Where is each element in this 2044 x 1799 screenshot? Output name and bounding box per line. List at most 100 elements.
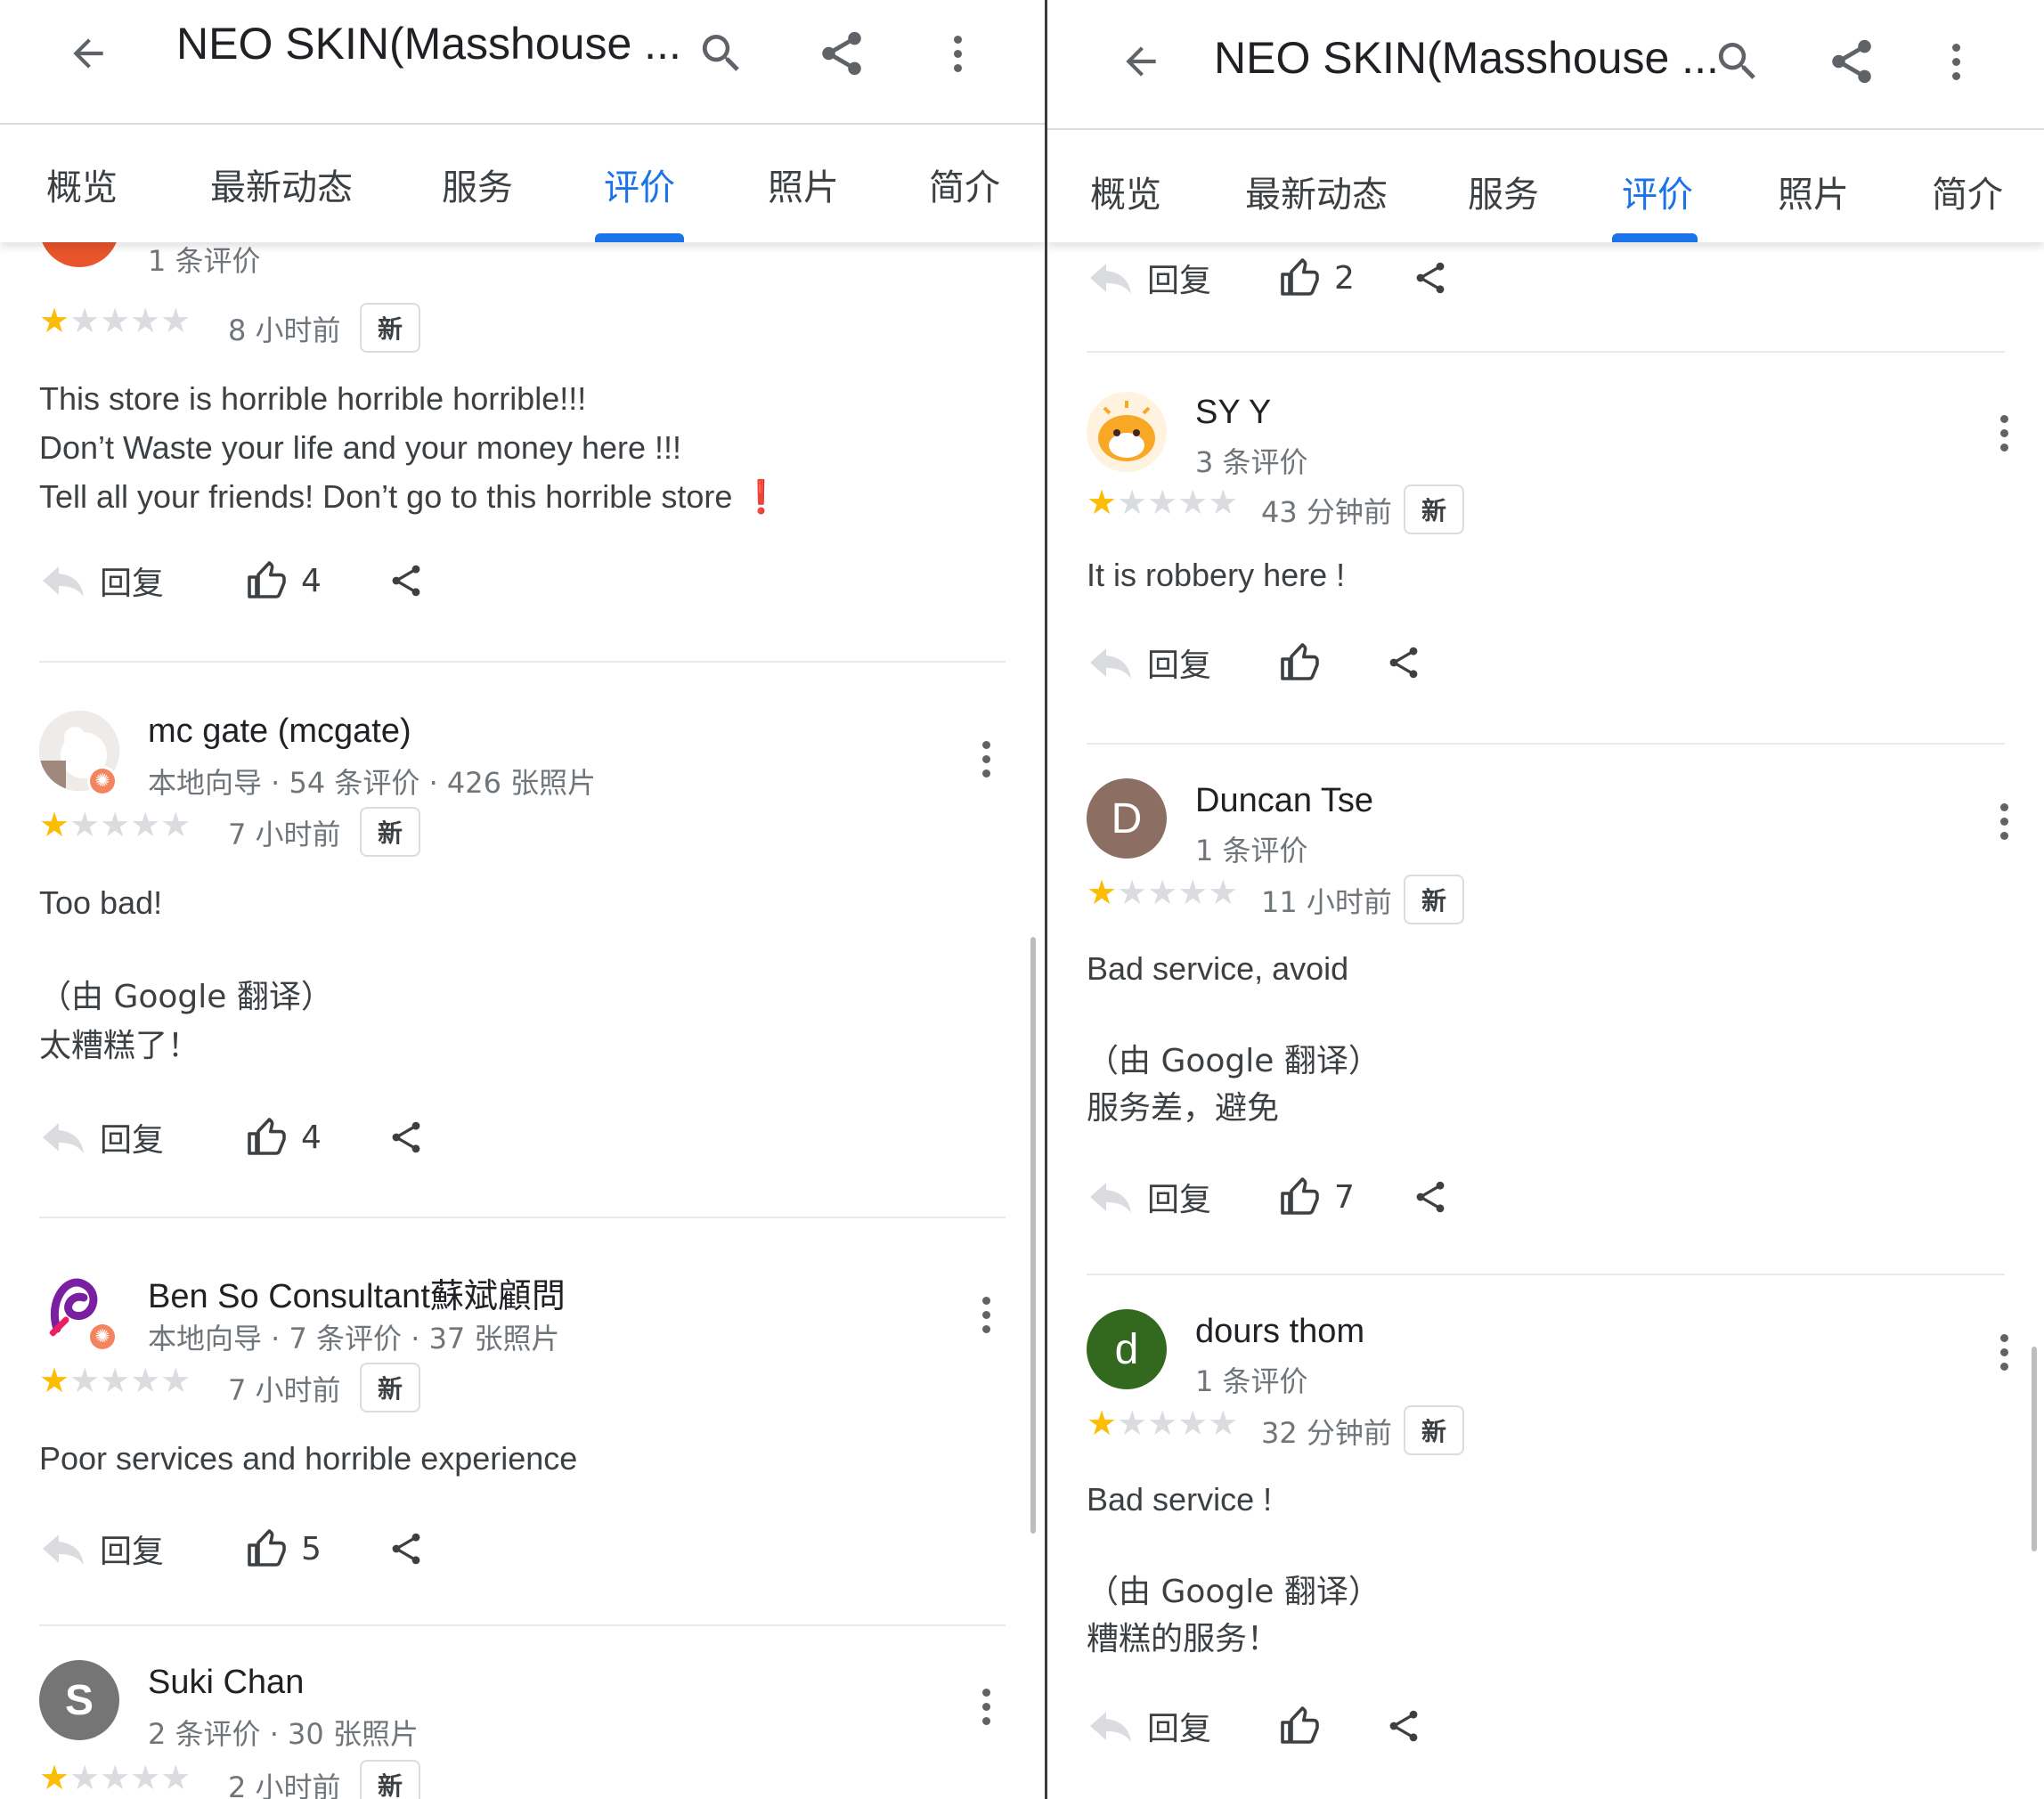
reply-button[interactable]: 回复 [1087, 1699, 1211, 1753]
tab-about[interactable]: 简介 [1932, 166, 2003, 217]
review-time: 11 小时前 [1261, 885, 1392, 919]
search-button[interactable] [690, 0, 753, 107]
tab-overview[interactable]: 概览 [46, 159, 118, 210]
tab-photos[interactable]: 照片 [1778, 166, 1849, 217]
reviewer-name[interactable]: Suki Chan [148, 1664, 304, 1702]
review-more-button[interactable] [1986, 794, 2022, 848]
avatar[interactable] [39, 242, 119, 267]
share-review-button[interactable] [1384, 1699, 1423, 1753]
review-card: S Suki Chan 2 条评价 · 30 张照片 ★★★★★ 2 小时前 新 [0, 1624, 1045, 1799]
like-button[interactable] [1279, 636, 1334, 689]
tab-bar: 概览 最新动态 服务 评价 照片 简介 [0, 125, 1045, 242]
translated-by-label: （由 Google 翻译） [1087, 1043, 1380, 1079]
like-button[interactable]: 7 [1279, 1170, 1355, 1224]
search-button[interactable] [1706, 0, 1769, 123]
new-badge: 新 [1404, 484, 1464, 534]
star-rating: ★★★★★ [1087, 484, 1239, 522]
new-badge: 新 [1404, 875, 1464, 924]
reply-label: 回复 [1147, 1711, 1212, 1747]
star-rating: ★★★★★ [39, 303, 191, 340]
share-icon [822, 31, 861, 76]
place-title: NEO SKIN(Masshouse ... [1214, 33, 1719, 83]
reply-icon [43, 1534, 84, 1565]
left-screen: NEO SKIN(Masshouse ... 概览 最新动态 服务 评价 照片 … [0, 0, 1045, 1799]
share-icon [1416, 262, 1445, 294]
like-button[interactable]: 5 [246, 1522, 322, 1575]
reviewer-name[interactable]: Duncan Tse [1195, 782, 1373, 820]
thumb-up-icon [1281, 258, 1319, 296]
avatar[interactable] [1087, 392, 1167, 472]
back-button[interactable] [57, 0, 119, 107]
reply-label: 回复 [100, 1122, 165, 1159]
like-count: 4 [301, 562, 322, 599]
review-text-line-content: Tell all your friends! Don’t go to this … [39, 478, 733, 515]
thumb-up-icon [248, 1529, 286, 1567]
reply-button[interactable]: 回复 [1087, 636, 1211, 689]
share-review-button[interactable] [1411, 1170, 1450, 1224]
tab-reviews[interactable]: 评价 [604, 159, 675, 210]
reply-icon [1090, 1712, 1131, 1742]
like-count: 5 [301, 1530, 322, 1567]
review-time: 7 小时前 [228, 1373, 341, 1407]
review-time: 43 分钟前 [1261, 495, 1392, 529]
reviewer-name[interactable]: dours thom [1195, 1313, 1364, 1351]
reply-icon [1090, 648, 1131, 679]
more-options-button[interactable] [1938, 0, 1974, 123]
thumb-up-icon [1281, 643, 1319, 680]
reply-button[interactable]: 回复 [1087, 251, 1211, 305]
star-rating: ★★★★★ [1087, 1405, 1239, 1443]
tab-reviews[interactable]: 评价 [1622, 166, 1693, 217]
more-options-button[interactable] [940, 0, 975, 107]
review-more-button[interactable] [968, 732, 1004, 786]
review-time: 32 分钟前 [1261, 1416, 1392, 1450]
review-text: Bad service, avoid [1087, 950, 1349, 987]
avatar[interactable]: D [1087, 778, 1167, 859]
tab-updates[interactable]: 最新动态 [1245, 166, 1388, 217]
avatar[interactable]: d [1087, 1309, 1167, 1389]
back-button[interactable] [1110, 0, 1172, 123]
like-button[interactable]: 4 [246, 554, 322, 607]
review-more-button[interactable] [1986, 406, 2022, 460]
tab-about[interactable]: 简介 [929, 159, 1000, 210]
thumb-up-icon [248, 561, 286, 598]
reply-button[interactable]: 回复 [39, 1522, 164, 1575]
search-icon [1718, 43, 1755, 79]
share-review-button[interactable] [387, 554, 426, 607]
reply-button[interactable]: 回复 [39, 1111, 164, 1164]
share-review-button[interactable] [1411, 251, 1450, 305]
review-more-button[interactable] [968, 1288, 1004, 1341]
reviewer-name[interactable]: SY Y [1195, 394, 1271, 432]
new-badge: 新 [1404, 1405, 1464, 1455]
review-more-button[interactable] [1986, 1325, 2022, 1379]
share-icon [392, 1121, 420, 1153]
search-icon [702, 35, 739, 71]
share-review-button[interactable] [387, 1111, 426, 1164]
tab-overview[interactable]: 概览 [1090, 166, 1161, 217]
like-button[interactable]: 4 [246, 1111, 322, 1164]
share-button[interactable] [1820, 0, 1883, 123]
like-button[interactable]: 2 [1279, 251, 1355, 305]
review-more-button[interactable] [968, 1680, 1004, 1733]
reviewer-name[interactable]: Ben So Consultant蘇斌顧問 [148, 1268, 566, 1317]
scrollbar[interactable] [2032, 1347, 2037, 1551]
active-tab-indicator [1612, 233, 1698, 242]
local-guide-badge-icon: ✺ [87, 766, 118, 796]
share-review-button[interactable] [387, 1522, 426, 1575]
share-button[interactable] [810, 0, 873, 107]
scrollbar[interactable] [1030, 937, 1036, 1534]
reply-label: 回复 [100, 566, 165, 602]
local-guide-badge-icon: ✺ [87, 1322, 118, 1352]
more-vert-icon [1938, 35, 1974, 88]
share-review-button[interactable] [1384, 636, 1423, 689]
avatar[interactable]: S [39, 1660, 119, 1740]
reply-button[interactable]: 回复 [1087, 1170, 1211, 1224]
star-rating: ★★★★★ [39, 807, 191, 844]
like-button[interactable] [1279, 1699, 1334, 1753]
tab-photos[interactable]: 照片 [768, 159, 839, 210]
reviewer-meta: 本地向导 · 54 条评价 · 426 张照片 [148, 766, 597, 800]
reply-button[interactable]: 回复 [39, 554, 164, 607]
tab-updates[interactable]: 最新动态 [210, 159, 353, 210]
tab-services[interactable]: 服务 [1468, 166, 1539, 217]
reviewer-name[interactable]: mc gate (mcgate) [148, 712, 411, 751]
tab-services[interactable]: 服务 [442, 159, 513, 210]
